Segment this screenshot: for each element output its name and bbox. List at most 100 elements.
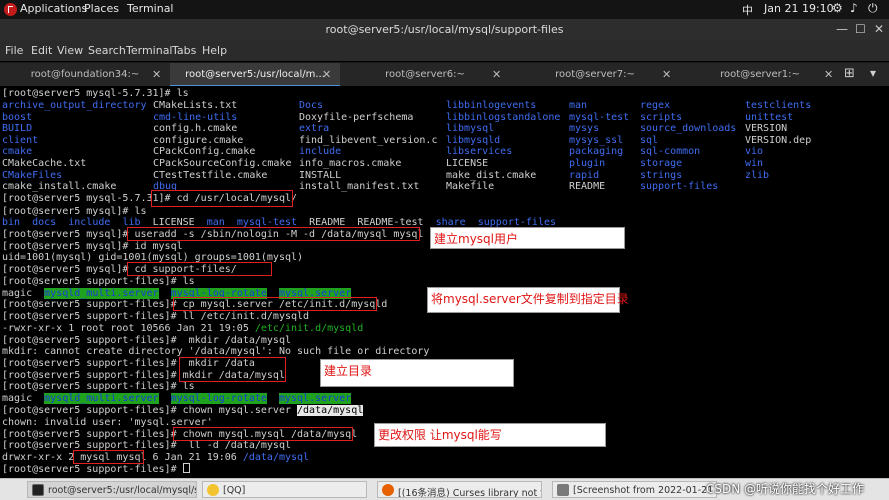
- top-panel: Applications Places Terminal 中 Jan 21 19…: [0, 0, 889, 19]
- close-icon[interactable]: ✕: [874, 22, 884, 36]
- chown-command: [root@server5 support-files]# chown mysq…: [2, 405, 298, 416]
- tab-label: root@server6:~: [385, 69, 465, 80]
- ls-entry: extra: [299, 123, 330, 135]
- tab-close-icon[interactable]: ✕: [322, 68, 331, 81]
- ls-entry: CTestTestfile.cmake: [153, 169, 268, 181]
- tab-server7[interactable]: root@server7:~ ✕: [510, 63, 680, 87]
- ls-entry: win: [745, 158, 764, 169]
- highlight-box: [127, 227, 420, 241]
- annotation-change-permission: 更改权限 让mysql能写: [374, 423, 606, 447]
- ls-entry: Makefile: [446, 181, 495, 193]
- tab-close-icon[interactable]: ✕: [824, 68, 833, 81]
- terminal-line: [root@server5 mysql]# ls: [2, 206, 147, 217]
- ls-entry: libbinlogstandalone: [446, 111, 561, 123]
- ls-entry: support-files: [640, 181, 719, 193]
- tab-server1[interactable]: root@server1:~ ✕: [680, 63, 840, 87]
- highlight-box: [73, 450, 144, 464]
- ls-entry: plugin: [569, 158, 606, 169]
- ls-entry: libservices: [446, 146, 513, 158]
- ls-entry: scripts: [640, 111, 683, 123]
- volume-icon[interactable]: ♪: [850, 1, 858, 15]
- maximize-icon[interactable]: ☐: [855, 22, 866, 36]
- power-icon[interactable]: ⏻: [868, 1, 878, 16]
- annotation-create-dir: 建立目录: [320, 359, 514, 387]
- mysqld-path: /etc/init.d/mysqld: [254, 323, 364, 334]
- ls-entry: README: [569, 181, 606, 193]
- ls-entry: cmake: [2, 146, 33, 158]
- ls-entry: Docs: [299, 100, 324, 111]
- taskbar-screenshot[interactable]: [Screenshot from 2022-01-21 17-...: [552, 481, 717, 498]
- csdn-watermark: CSDN @听说你能找个好工作: [706, 482, 865, 496]
- annotation-create-user: 建立mysql用户: [430, 227, 625, 249]
- active-app-terminal[interactable]: Terminal: [127, 2, 174, 15]
- menu-search[interactable]: Search: [88, 44, 126, 57]
- ls-entry: include: [68, 217, 111, 228]
- qq-icon: [207, 484, 219, 496]
- ls-entry: packaging: [569, 146, 624, 158]
- terminal-prompt[interactable]: [root@server5 support-files]#: [2, 463, 190, 475]
- tab-foundation34[interactable]: root@foundation34:~ ✕: [0, 63, 170, 87]
- ls-entry: bin: [2, 217, 21, 228]
- ls-entry: docs: [32, 217, 57, 228]
- ls-entry: Doxyfile-perfschema: [299, 111, 414, 123]
- ls-entry: storage: [640, 158, 683, 169]
- ls-entry: info_macros.cmake: [299, 158, 402, 169]
- menu-view[interactable]: View: [57, 44, 83, 57]
- menu-help[interactable]: Help: [202, 44, 227, 57]
- highlight-box: [173, 297, 377, 311]
- ls-entry: magic: [2, 288, 33, 299]
- tab-label: root@server5:/usr/local/m...: [185, 69, 325, 80]
- input-method-indicator[interactable]: 中: [742, 2, 753, 18]
- ls-entry: mysys: [569, 123, 600, 135]
- ls-entry: zlib: [745, 169, 770, 181]
- terminal-output[interactable]: [root@server5 mysql-5.7.31]# ls archive_…: [0, 86, 889, 478]
- fedora-logo-icon[interactable]: [4, 3, 17, 16]
- terminal-line: mkdir: cannot create directory '/data/my…: [2, 346, 430, 357]
- tab-close-icon[interactable]: ✕: [152, 68, 161, 81]
- tab-server5[interactable]: root@server5:/usr/local/m... ✕: [170, 63, 340, 87]
- taskbar-label: root@server5:/usr/local/mysql/supp...: [48, 485, 196, 496]
- tab-close-icon[interactable]: ✕: [662, 68, 671, 81]
- ls-entry: INSTALL: [299, 169, 342, 181]
- tab-server6[interactable]: root@server6:~ ✕: [340, 63, 510, 87]
- menu-terminal[interactable]: Terminal: [126, 44, 173, 57]
- terminal-line: [root@server5 support-files]# mkdir /dat…: [2, 335, 291, 346]
- ls-entry: mysql.server: [278, 393, 352, 404]
- places-menu[interactable]: Places: [84, 2, 119, 15]
- highlight-box: [173, 427, 353, 441]
- taskbar-terminal[interactable]: root@server5:/usr/local/mysql/supp...: [27, 481, 197, 498]
- window-title: root@server5:/usr/local/mysql/support-fi…: [325, 23, 564, 36]
- ls-entry: vio: [745, 146, 764, 158]
- minimize-icon[interactable]: —: [836, 22, 848, 36]
- ls-entry: mysql-test: [569, 111, 630, 123]
- dir-path: /data/mysql: [242, 452, 310, 463]
- image-viewer-icon: [557, 484, 569, 496]
- taskbar-label: [QQ]: [223, 485, 246, 496]
- window-titlebar[interactable]: root@server5:/usr/local/mysql/support-fi…: [0, 19, 889, 41]
- ls-entry: include: [299, 146, 342, 158]
- prompt-text: [root@server5 support-files]#: [2, 464, 183, 475]
- terminal-line: [root@server5 mysql]# id mysql: [2, 241, 183, 252]
- menu-edit[interactable]: Edit: [31, 44, 52, 57]
- tab-list-chevron-icon[interactable]: ▾: [870, 66, 876, 80]
- taskbar-firefox[interactable]: [(16条消息) Curses library not foun...: [377, 481, 542, 498]
- terminal-line: drwxr-xr-x 2 mysql mysql 6 Jan 21 19:06 …: [2, 452, 309, 463]
- ls-entry: cmake_install.cmake: [2, 181, 117, 193]
- ls-entry: CMakeLists.txt: [153, 100, 238, 111]
- new-tab-icon[interactable]: ⊞: [844, 66, 855, 81]
- ls-entry: libmysqld: [446, 134, 501, 146]
- tab-close-icon[interactable]: ✕: [492, 68, 501, 81]
- terminal-line: [root@server5 support-files]# ls: [2, 276, 195, 287]
- accessibility-icon[interactable]: ⚙: [832, 1, 843, 15]
- ls-entry: CPackSourceConfig.cmake: [153, 158, 292, 169]
- applications-menu[interactable]: Applications: [20, 2, 87, 15]
- menu-tabs[interactable]: Tabs: [172, 44, 196, 57]
- ls-entry: strings: [640, 169, 683, 181]
- taskbar-label: [(16条消息) Curses library not foun...: [398, 488, 541, 498]
- taskbar-qq[interactable]: [QQ]: [202, 481, 367, 498]
- ls-entry: sql-common: [640, 146, 701, 158]
- clock[interactable]: Jan 21 19:10: [764, 2, 834, 15]
- annotation-copy-file: 将mysql.server文件复制到指定目录: [427, 287, 629, 313]
- menu-file[interactable]: File: [5, 44, 23, 57]
- terminal-line: -rwxr-xr-x 1 root root 10566 Jan 21 19:0…: [2, 323, 363, 334]
